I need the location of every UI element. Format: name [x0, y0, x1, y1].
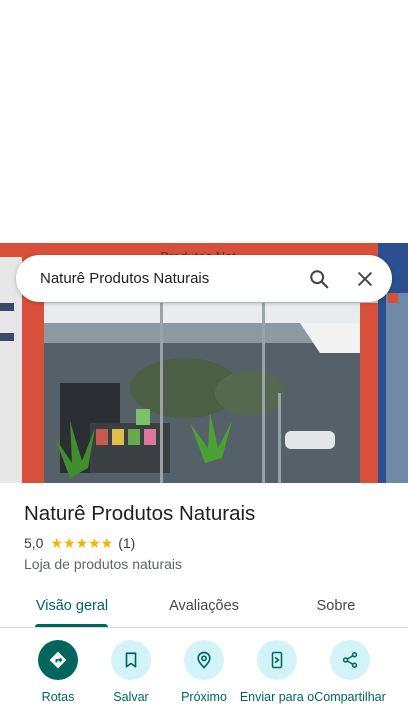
directions-icon [38, 640, 78, 680]
share-icon [330, 640, 370, 680]
share-button[interactable]: Compartilhar [310, 640, 390, 704]
save-button[interactable]: Salvar [91, 640, 171, 704]
directions-label: Rotas [41, 690, 75, 704]
tab-selected-indicator [35, 624, 108, 627]
rating-value: 5,0 [24, 535, 44, 551]
place-name: Naturê Produtos Naturais [24, 502, 256, 525]
place-tabs: Visão geral Avaliações Sobre [0, 584, 408, 628]
search-icon[interactable] [296, 255, 342, 302]
send-to-phone-label: Enviar para o [239, 690, 315, 704]
save-label: Salvar [113, 690, 149, 704]
close-icon[interactable] [342, 255, 388, 302]
send-to-phone-button[interactable]: Enviar para o [237, 640, 317, 704]
place-category[interactable]: Loja de produtos naturais [24, 555, 394, 573]
review-count[interactable]: (1) [118, 534, 135, 552]
search-query[interactable]: Naturê Produtos Naturais [16, 270, 296, 287]
nearby-icon [184, 640, 224, 680]
map-area[interactable] [0, 0, 408, 243]
search-bar[interactable]: Naturê Produtos Naturais [16, 255, 392, 302]
nearby-label: Próximo [181, 690, 227, 704]
tab-overview[interactable]: Visão geral [22, 584, 122, 628]
action-bar: Rotas Salvar Próximo Enviar para o Compa… [0, 640, 408, 726]
place-info: Naturê Produtos Naturais 5,0 ★★★★★ (1) L… [24, 500, 394, 573]
share-label: Compartilhar [314, 690, 386, 704]
directions-button[interactable]: Rotas [18, 640, 98, 704]
rating-row[interactable]: 5,0 ★★★★★ (1) [24, 534, 394, 552]
tab-about[interactable]: Sobre [296, 584, 376, 628]
stars-icon: ★★★★★ [50, 535, 114, 551]
nearby-button[interactable]: Próximo [164, 640, 244, 704]
tab-reviews[interactable]: Avaliações [154, 584, 254, 628]
bookmark-icon [111, 640, 151, 680]
send-to-phone-icon [257, 640, 297, 680]
